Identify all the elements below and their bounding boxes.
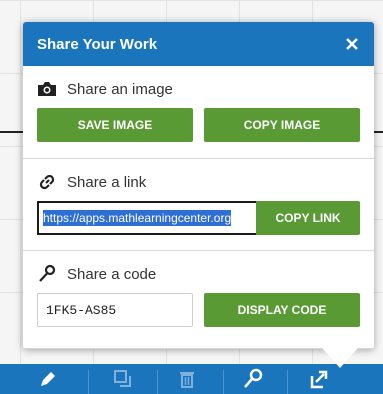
- share-icon[interactable]: [298, 364, 338, 394]
- share-image-heading: Share an image: [67, 80, 173, 98]
- dialog-header: Share Your Work: [23, 22, 374, 66]
- duplicate-icon[interactable]: [103, 364, 143, 394]
- camera-icon: [37, 80, 59, 98]
- key-icon[interactable]: [233, 364, 273, 394]
- trash-icon[interactable]: [167, 364, 207, 394]
- share-image-section: Share an image SAVE IMAGE COPY IMAGE: [23, 66, 374, 159]
- pencil-icon[interactable]: [28, 364, 68, 394]
- share-link-url: https://apps.mathlearningcenter.org: [43, 210, 232, 226]
- toolbar-divider: [88, 370, 89, 394]
- dialog-title: Share Your Work: [37, 35, 158, 53]
- share-link-heading: Share a link: [67, 173, 147, 191]
- close-icon[interactable]: [344, 36, 360, 52]
- key-icon: [37, 264, 59, 283]
- share-link-section: Share a link https://apps.mathlearningce…: [23, 159, 374, 251]
- display-code-button[interactable]: DISPLAY CODE: [204, 293, 360, 327]
- dialog-pointer: [322, 348, 358, 368]
- toolbar-divider: [287, 370, 288, 394]
- save-image-button[interactable]: SAVE IMAGE: [37, 108, 193, 142]
- share-code-section: Share a code 1FK5-AS85 DISPLAY CODE: [23, 251, 374, 349]
- copy-link-button[interactable]: COPY LINK: [256, 201, 360, 235]
- share-dialog: Share Your Work Share an image SAVE IMAG…: [23, 22, 374, 368]
- share-link-input[interactable]: https://apps.mathlearningcenter.org: [37, 201, 256, 235]
- link-icon: [37, 173, 59, 191]
- bottom-toolbar: [0, 364, 383, 394]
- copy-image-button[interactable]: COPY IMAGE: [204, 108, 360, 142]
- share-code-field[interactable]: 1FK5-AS85: [37, 293, 193, 327]
- toolbar-divider: [223, 370, 224, 394]
- share-code-heading: Share a code: [67, 265, 157, 283]
- toolbar-divider: [157, 370, 158, 394]
